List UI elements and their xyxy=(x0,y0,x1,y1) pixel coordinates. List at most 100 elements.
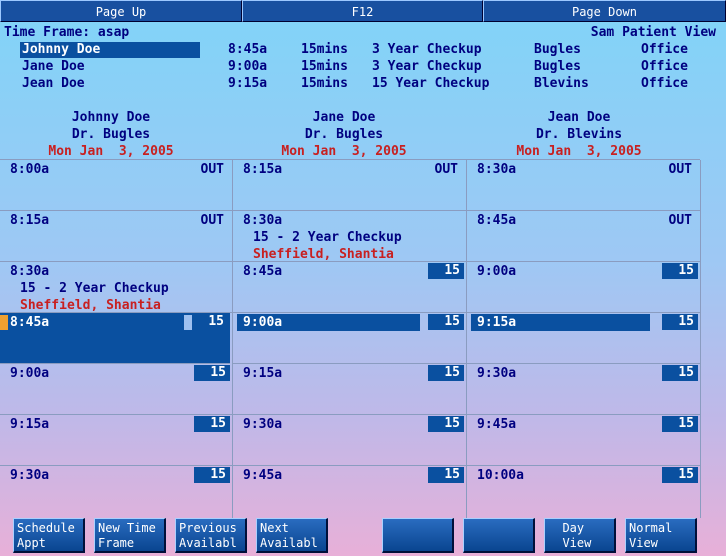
time-slot[interactable]: 8:45a OUT xyxy=(467,211,700,262)
time-slot[interactable]: 10:00a 15 xyxy=(467,466,700,518)
time-slot[interactable]: 8:30a OUT xyxy=(467,160,700,211)
appointment-doctor: Bugles xyxy=(534,42,581,57)
appointment-type: 3 Year Checkup xyxy=(372,42,482,57)
slot-time: 8:30a xyxy=(477,162,517,177)
slot-time: 8:30a xyxy=(10,264,50,279)
view-title: Sam Patient View xyxy=(590,25,716,40)
appointment-location: Office xyxy=(641,76,688,91)
appointment-time: 9:15a xyxy=(228,76,268,91)
slot-time: 9:30a xyxy=(243,417,283,432)
slot-time: 9:45a xyxy=(243,468,283,483)
previous-available-button[interactable]: Previous Availabl xyxy=(175,518,247,553)
booked-slot[interactable]: 8:30a 15 - 2 Year Checkup Sheffield, Sha… xyxy=(0,262,232,313)
slot-appointment-title: 15 - 2 Year Checkup xyxy=(253,230,402,245)
time-slot[interactable]: 9:00a 15 xyxy=(467,262,700,313)
new-time-frame-button[interactable]: New Time Frame xyxy=(94,518,166,553)
next-available-button[interactable]: Next Availabl xyxy=(256,518,328,553)
slot-time: 10:00a xyxy=(477,468,524,483)
time-slot[interactable]: 8:45a 15 xyxy=(233,262,466,313)
grid-divider xyxy=(700,160,701,518)
slot-patient: Sheffield, Shantia xyxy=(20,298,161,313)
appointment-name[interactable]: Jane Doe xyxy=(22,59,85,74)
slot-time: 9:15a xyxy=(477,315,517,330)
time-frame-label: Time Frame: asap xyxy=(4,25,130,40)
time-slot[interactable]: 9:00a 15 xyxy=(0,364,232,415)
slot-status: OUT xyxy=(434,162,458,177)
appointment-type: 15 Year Checkup xyxy=(372,76,490,91)
duration-badge: 15 xyxy=(662,467,698,483)
duration-badge: 15 xyxy=(428,416,464,432)
duration-badge: 15 xyxy=(428,314,464,330)
column-patient: Jean Doe xyxy=(547,110,611,125)
slot-time: 8:45a xyxy=(477,213,517,228)
slot-time: 8:45a xyxy=(10,315,50,330)
slot-appointment-title: 15 - 2 Year Checkup xyxy=(20,281,169,296)
slot-status: OUT xyxy=(668,213,692,228)
slot-time: 8:15a xyxy=(243,162,283,177)
duration-badge: 15 xyxy=(662,416,698,432)
slot-time: 8:45a xyxy=(243,264,283,279)
slot-patient: Sheffield, Shantia xyxy=(253,247,394,262)
duration-badge: 15 xyxy=(194,365,230,381)
time-slot[interactable]: 9:30a 15 xyxy=(233,415,466,466)
column-patient: Jane Doe xyxy=(312,110,376,125)
time-slot[interactable]: 9:15a 15 xyxy=(233,364,466,415)
schedule-appt-button[interactable]: Schedule Appt xyxy=(13,518,85,553)
slot-time: 9:30a xyxy=(10,468,50,483)
column-patient: Johnny Doe xyxy=(71,110,151,125)
time-slot[interactable]: 9:30a 15 xyxy=(467,364,700,415)
time-slot-selected[interactable]: 9:00a 15 xyxy=(233,313,466,364)
slot-status: OUT xyxy=(668,162,692,177)
time-slot[interactable]: 8:15a OUT xyxy=(233,160,466,211)
page-down-button[interactable]: Page Down xyxy=(483,0,726,22)
column-doctor: Dr. Bugles xyxy=(71,127,151,142)
f12-button[interactable]: F12 xyxy=(242,0,483,22)
appointment-length: 15mins xyxy=(301,59,348,74)
time-slot[interactable]: 9:45a 15 xyxy=(467,415,700,466)
blank-function-button-1[interactable] xyxy=(382,518,454,553)
page-up-button[interactable]: Page Up xyxy=(0,0,242,22)
duration-badge: 15 xyxy=(428,365,464,381)
appointment-name[interactable]: Jean Doe xyxy=(22,76,85,91)
duration-badge: 15 xyxy=(194,467,230,483)
appointment-time: 9:00a xyxy=(228,59,268,74)
day-view-button[interactable]: Day View xyxy=(544,518,616,553)
appointment-name[interactable]: Johnny Doe xyxy=(22,42,100,57)
slot-time: 9:00a xyxy=(477,264,517,279)
normal-view-button[interactable]: Normal View xyxy=(625,518,697,553)
time-slot[interactable]: 9:15a 15 xyxy=(0,415,232,466)
appointment-doctor: Bugles xyxy=(534,59,581,74)
column-date: Mon Jan 3, 2005 xyxy=(281,144,407,159)
column-doctor: Dr. Bugles xyxy=(304,127,384,142)
time-slot-selected[interactable]: 8:45a 15 xyxy=(0,313,230,364)
cursor-marker xyxy=(0,315,8,330)
column-doctor: Dr. Blevins xyxy=(535,127,623,142)
appointment-length: 15mins xyxy=(301,42,348,57)
appointment-location: Office xyxy=(641,42,688,57)
time-slot[interactable]: 8:00a OUT xyxy=(0,160,232,211)
slot-time: 8:15a xyxy=(10,213,50,228)
duration-badge: 15 xyxy=(662,365,698,381)
slot-time: 8:30a xyxy=(243,213,283,228)
appointment-type: 3 Year Checkup xyxy=(372,59,482,74)
duration-badge: 15 xyxy=(192,314,228,330)
appointment-location: Office xyxy=(641,59,688,74)
slot-status: OUT xyxy=(200,213,224,228)
slot-time: 9:30a xyxy=(477,366,517,381)
slot-time: 9:45a xyxy=(477,417,517,432)
duration-badge: 15 xyxy=(428,467,464,483)
slot-status: OUT xyxy=(200,162,224,177)
time-slot[interactable]: 8:15a OUT xyxy=(0,211,232,262)
duration-badge: 15 xyxy=(428,263,464,279)
duration-badge: 15 xyxy=(194,416,230,432)
time-slot[interactable]: 9:30a 15 xyxy=(0,466,232,518)
appointment-length: 15mins xyxy=(301,76,348,91)
duration-badge: 15 xyxy=(662,314,698,330)
slot-time: 9:15a xyxy=(10,417,50,432)
blank-function-button-2[interactable] xyxy=(463,518,535,553)
column-date: Mon Jan 3, 2005 xyxy=(48,144,174,159)
booked-slot[interactable]: 8:30a 15 - 2 Year Checkup Sheffield, Sha… xyxy=(233,211,466,262)
time-slot[interactable]: 9:45a 15 xyxy=(233,466,466,518)
time-slot-selected[interactable]: 9:15a 15 xyxy=(467,313,700,364)
slot-time: 9:00a xyxy=(10,366,50,381)
